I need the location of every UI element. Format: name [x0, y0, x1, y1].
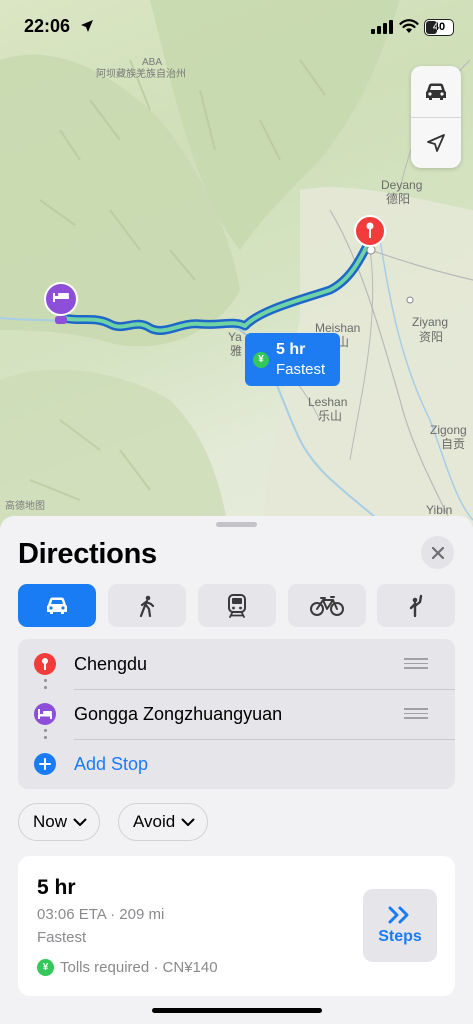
map-label: Deyang	[381, 178, 423, 192]
now-dropdown[interactable]: Now	[18, 803, 101, 841]
train-icon	[228, 593, 246, 618]
route-card[interactable]: 5 hr 03:06 ETA · 209 mi Fastest ¥ Tolls …	[18, 856, 455, 996]
red-pin-icon	[34, 653, 56, 675]
double-chevron-right-icon	[388, 906, 409, 923]
car-icon	[426, 83, 446, 100]
location-services-icon	[81, 20, 93, 32]
car-icon	[47, 597, 67, 614]
now-label: Now	[33, 812, 68, 831]
battery-indicator: 40	[424, 19, 454, 36]
hotel-pin-icon	[44, 282, 78, 316]
cellular-signal-icon	[371, 20, 393, 34]
map-label: 德阳	[386, 192, 411, 206]
route-callout[interactable]: ¥ 5 hr Fastest	[245, 333, 340, 386]
map-label: 自贡	[441, 437, 466, 451]
mode-transit-button[interactable]	[198, 584, 276, 627]
close-button[interactable]	[421, 536, 454, 569]
chevron-down-icon	[73, 818, 87, 826]
map-terrain	[0, 0, 473, 540]
mode-walk-button[interactable]	[108, 584, 186, 627]
sheet-grabber[interactable]	[216, 522, 257, 527]
route-tag: Fastest	[37, 929, 87, 946]
avoid-dropdown[interactable]: Avoid	[118, 803, 209, 841]
status-bar: 22:06 40	[0, 0, 473, 54]
sheet-title: Directions	[18, 538, 157, 570]
map-label: 阿坝藏族羌族自治州	[96, 69, 186, 80]
callout-duration: 5 hr	[276, 341, 306, 358]
steps-button[interactable]: Steps	[363, 889, 437, 962]
directions-sheet: Directions Chengdu Gongga Zongzhuangyuan…	[0, 516, 473, 1024]
add-stop-button[interactable]: Add Stop	[18, 739, 455, 789]
map-label: 乐山	[318, 409, 343, 423]
route-eta-distance: 03:06 ETA · 209 mi	[37, 906, 165, 923]
stop-label: Gongga Zongzhuangyuan	[74, 704, 283, 724]
map-mode-button[interactable]	[411, 66, 461, 117]
status-time: 22:06	[24, 16, 71, 36]
map-controls	[411, 66, 461, 168]
locate-button[interactable]	[411, 117, 461, 168]
yen-icon: ¥	[253, 352, 269, 368]
callout-tag: Fastest	[276, 361, 326, 378]
mode-cycle-button[interactable]	[288, 584, 366, 627]
reorder-handle-icon[interactable]	[404, 708, 428, 720]
route-duration: 5 hr	[37, 876, 76, 899]
wifi-icon	[399, 19, 419, 33]
home-indicator[interactable]	[152, 1008, 322, 1013]
map-label: Ziyang	[412, 315, 449, 329]
map-attribution: 高德地图	[5, 501, 45, 512]
route-tolls: ¥ Tolls required · CN¥140	[37, 959, 218, 976]
map-label: Zigong	[430, 423, 467, 437]
steps-label: Steps	[378, 927, 422, 945]
stop-destination[interactable]: Gongga Zongzhuangyuan	[18, 689, 455, 739]
map-label: Ya	[228, 330, 242, 344]
yen-icon: ¥	[37, 959, 54, 976]
battery-level: 40	[432, 21, 446, 33]
destination-pin-icon	[354, 215, 386, 247]
bed-icon	[34, 703, 56, 725]
map-label: 雅	[230, 344, 243, 358]
chevron-down-icon	[181, 818, 195, 826]
route-stops: Chengdu Gongga Zongzhuangyuan Add Stop	[18, 639, 455, 789]
map-label: 资阳	[419, 330, 444, 344]
mode-ride-button[interactable]	[377, 584, 455, 627]
stop-origin[interactable]: Chengdu	[18, 639, 455, 689]
close-icon	[431, 546, 444, 559]
route-tolls-label: Tolls required · CN¥140	[60, 959, 218, 976]
avoid-label: Avoid	[133, 812, 176, 831]
hail-icon	[409, 594, 423, 617]
plus-icon	[34, 753, 56, 775]
add-stop-label: Add Stop	[74, 754, 149, 774]
walk-icon	[139, 595, 155, 617]
stop-label: Chengdu	[74, 654, 148, 674]
map-view[interactable]: ABA 阿坝藏族羌族自治州 Deyang 德阳 Ziyang 资阳 Meisha…	[0, 0, 473, 540]
location-arrow-icon	[427, 134, 445, 152]
mode-drive-button[interactable]	[18, 584, 96, 627]
bicycle-icon	[310, 595, 344, 616]
transport-modes	[18, 584, 455, 627]
reorder-handle-icon[interactable]	[404, 658, 428, 670]
map-label: Leshan	[308, 395, 348, 409]
